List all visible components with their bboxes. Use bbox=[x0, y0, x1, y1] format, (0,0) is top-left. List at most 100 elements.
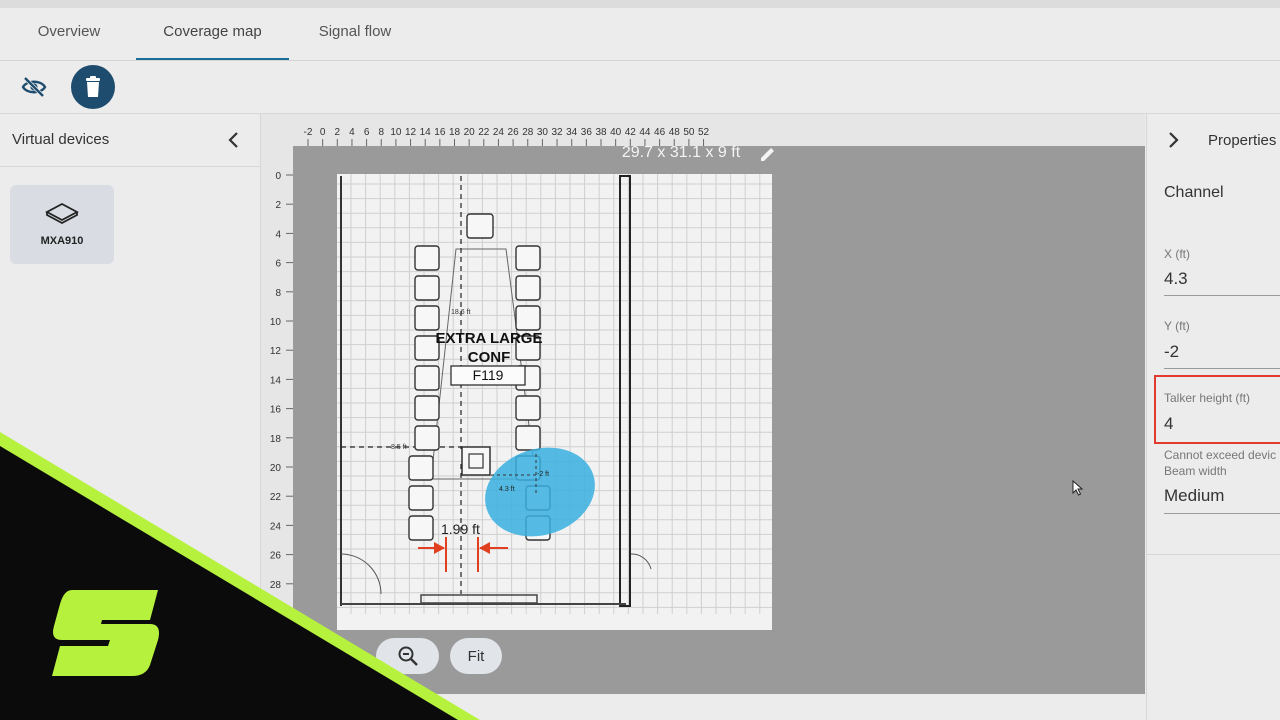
beam-underline bbox=[1164, 513, 1280, 514]
device-card-mxa910[interactable]: MXA910 bbox=[10, 185, 114, 264]
chair bbox=[515, 245, 541, 271]
ruler-y-label: 6 bbox=[275, 259, 281, 270]
beam-width-label: Beam width bbox=[1164, 464, 1227, 478]
ruler-x-label: 26 bbox=[508, 127, 520, 138]
properties-header: Properties bbox=[1147, 114, 1280, 166]
chair bbox=[515, 305, 541, 331]
ruler-x-label: 42 bbox=[625, 127, 637, 138]
ruler-y-label: 20 bbox=[270, 463, 282, 474]
zoom-out-button[interactable] bbox=[376, 638, 439, 674]
ruler-y-label: 10 bbox=[270, 317, 282, 328]
chair bbox=[408, 485, 434, 511]
ceiling-array-icon bbox=[45, 202, 79, 225]
trash-icon bbox=[86, 76, 100, 97]
ruler-y-label: 26 bbox=[270, 551, 282, 562]
ruler-x-label: 4 bbox=[349, 127, 355, 138]
x-input[interactable]: 4.3 bbox=[1164, 269, 1188, 289]
zoom-icon bbox=[398, 646, 418, 666]
properties-title: Properties bbox=[1208, 132, 1277, 149]
panel-title: Virtual devices bbox=[12, 131, 110, 148]
ruler-x-label: 40 bbox=[610, 127, 622, 138]
floor-plan: EXTRA LARGE CONF F119 18.6 ft 8.5 ft 4.3… bbox=[337, 174, 772, 630]
ruler-y-label: 2 bbox=[275, 200, 281, 211]
chair bbox=[414, 365, 440, 391]
room-label-2: CONF bbox=[468, 349, 511, 366]
edit-pencil-icon[interactable] bbox=[761, 148, 774, 161]
ruler-x-label: 28 bbox=[522, 127, 534, 138]
chair bbox=[414, 245, 440, 271]
dim-label: 18.6 ft bbox=[451, 309, 471, 316]
room-label: EXTRA LARGE bbox=[436, 330, 543, 347]
ruler-x-label: 16 bbox=[434, 127, 446, 138]
ruler-x-label: 30 bbox=[537, 127, 549, 138]
measurement-label: 1.99 ft bbox=[441, 521, 480, 537]
ruler-x-label: 14 bbox=[420, 127, 432, 138]
delete-button[interactable] bbox=[71, 65, 115, 109]
ruler-x-label: 50 bbox=[683, 127, 695, 138]
ruler-y-label: 4 bbox=[275, 229, 281, 240]
x-label: X (ft) bbox=[1164, 247, 1190, 261]
floor-plan-svg: -2 0 2 4 6 8 10 12 14 16 18 20 22 24 26 28 30 32 34 36 38 40 4… bbox=[261, 114, 1145, 694]
ruler-x-label: 36 bbox=[581, 127, 593, 138]
beam-width-select[interactable]: Medium bbox=[1164, 486, 1224, 506]
mxa910-device[interactable] bbox=[461, 446, 491, 476]
talker-height-input[interactable]: 4 bbox=[1164, 414, 1173, 434]
tab-bar: Overview Coverage map Signal flow bbox=[0, 8, 1280, 61]
ruler-x-label: -2 bbox=[304, 127, 313, 138]
y-input[interactable]: -2 bbox=[1164, 342, 1179, 362]
panel-header: Virtual devices bbox=[0, 114, 260, 167]
ruler-x-label: 52 bbox=[698, 127, 710, 138]
ruler-y-label: 14 bbox=[270, 375, 282, 386]
chair bbox=[515, 425, 541, 451]
dim-label: 8.5 ft bbox=[391, 444, 407, 451]
dim-label: 4.3 ft bbox=[499, 486, 515, 493]
chevron-right-icon[interactable] bbox=[1161, 128, 1185, 152]
coverage-map-canvas[interactable]: -2 0 2 4 6 8 10 12 14 16 18 20 22 24 26 28 30 32 34 36 38 40 4… bbox=[261, 114, 1145, 694]
divider bbox=[1147, 554, 1280, 555]
ruler-y-label: 18 bbox=[270, 434, 282, 445]
x-underline bbox=[1164, 295, 1280, 296]
ruler-x-label: 34 bbox=[566, 127, 578, 138]
ruler-x-label: 48 bbox=[669, 127, 681, 138]
ruler-x-label: 6 bbox=[364, 127, 370, 138]
chair bbox=[414, 425, 440, 451]
mouse-cursor-icon bbox=[1072, 480, 1084, 496]
chair bbox=[515, 275, 541, 301]
chair bbox=[414, 275, 440, 301]
ruler-y-label: 12 bbox=[270, 346, 282, 357]
properties-panel: Properties Channel X (ft) 4.3 Y (ft) -2 … bbox=[1146, 114, 1280, 720]
ruler-x-label: 32 bbox=[551, 127, 563, 138]
chair bbox=[408, 515, 434, 541]
chevron-left-icon[interactable] bbox=[222, 128, 246, 152]
eye-off-icon bbox=[21, 76, 47, 98]
virtual-devices-panel: Virtual devices MXA910 bbox=[0, 114, 261, 720]
ruler-x-label: 0 bbox=[320, 127, 326, 138]
fit-label: Fit bbox=[467, 647, 485, 665]
ruler-y-label: 28 bbox=[270, 580, 282, 591]
chair bbox=[466, 213, 494, 239]
tab-coverage-map[interactable]: Coverage map bbox=[136, 8, 289, 60]
section-title: Channel bbox=[1164, 184, 1224, 201]
room-dimensions-label: 29.7 x 31.1 x 9 ft bbox=[622, 144, 741, 161]
ruler-x-label: 22 bbox=[478, 127, 490, 138]
y-underline bbox=[1164, 368, 1280, 369]
chair bbox=[414, 305, 440, 331]
dim-label: -2 ft bbox=[537, 471, 549, 478]
ruler-x-label: 12 bbox=[405, 127, 417, 138]
tab-signal-flow[interactable]: Signal flow bbox=[304, 8, 406, 58]
helper-text: Cannot exceed devic bbox=[1164, 448, 1277, 462]
ruler-x-label: 44 bbox=[639, 127, 651, 138]
ruler-y-label: 16 bbox=[270, 405, 282, 416]
ruler-x-label: 18 bbox=[449, 127, 461, 138]
fit-button[interactable]: Fit bbox=[450, 638, 502, 674]
ruler-y-label: 0 bbox=[275, 171, 281, 182]
ruler-x-label: 20 bbox=[464, 127, 476, 138]
ruler-x-label: 38 bbox=[595, 127, 607, 138]
device-label: MXA910 bbox=[40, 235, 84, 247]
toolbar bbox=[0, 61, 1280, 114]
talker-height-label: Talker height (ft) bbox=[1164, 391, 1251, 405]
ruler-y-label: 8 bbox=[275, 288, 281, 299]
room-id: F119 bbox=[473, 367, 504, 383]
hide-button[interactable] bbox=[14, 71, 54, 103]
tab-overview[interactable]: Overview bbox=[20, 8, 118, 58]
